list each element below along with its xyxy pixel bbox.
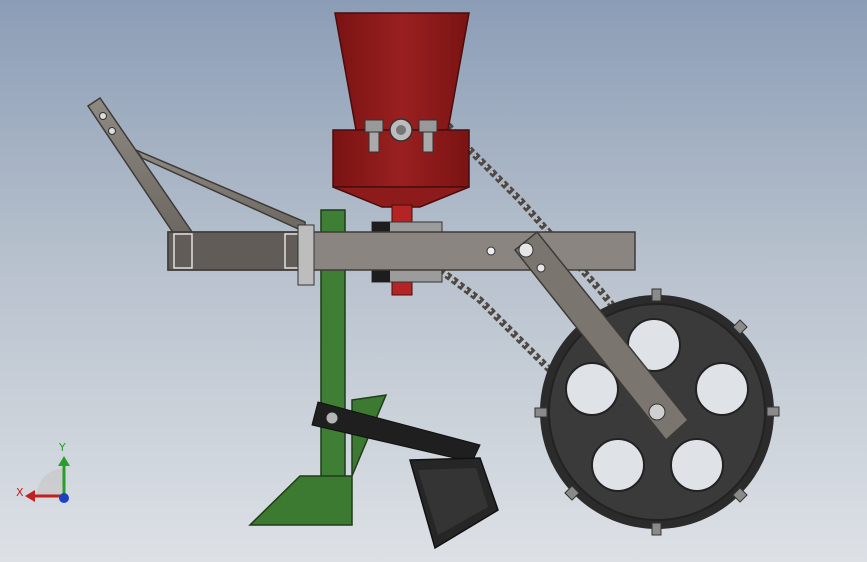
graphics-viewport[interactable]: Y X bbox=[0, 0, 867, 562]
z-axis-dot bbox=[59, 493, 69, 503]
coordinate-triad bbox=[25, 456, 70, 503]
y-axis-label: Y bbox=[59, 441, 66, 454]
x-axis-arrowhead bbox=[25, 490, 35, 502]
y-axis-arrowhead bbox=[58, 456, 70, 466]
triad-plane-icon bbox=[36, 468, 64, 496]
x-axis-label: X bbox=[16, 486, 24, 499]
